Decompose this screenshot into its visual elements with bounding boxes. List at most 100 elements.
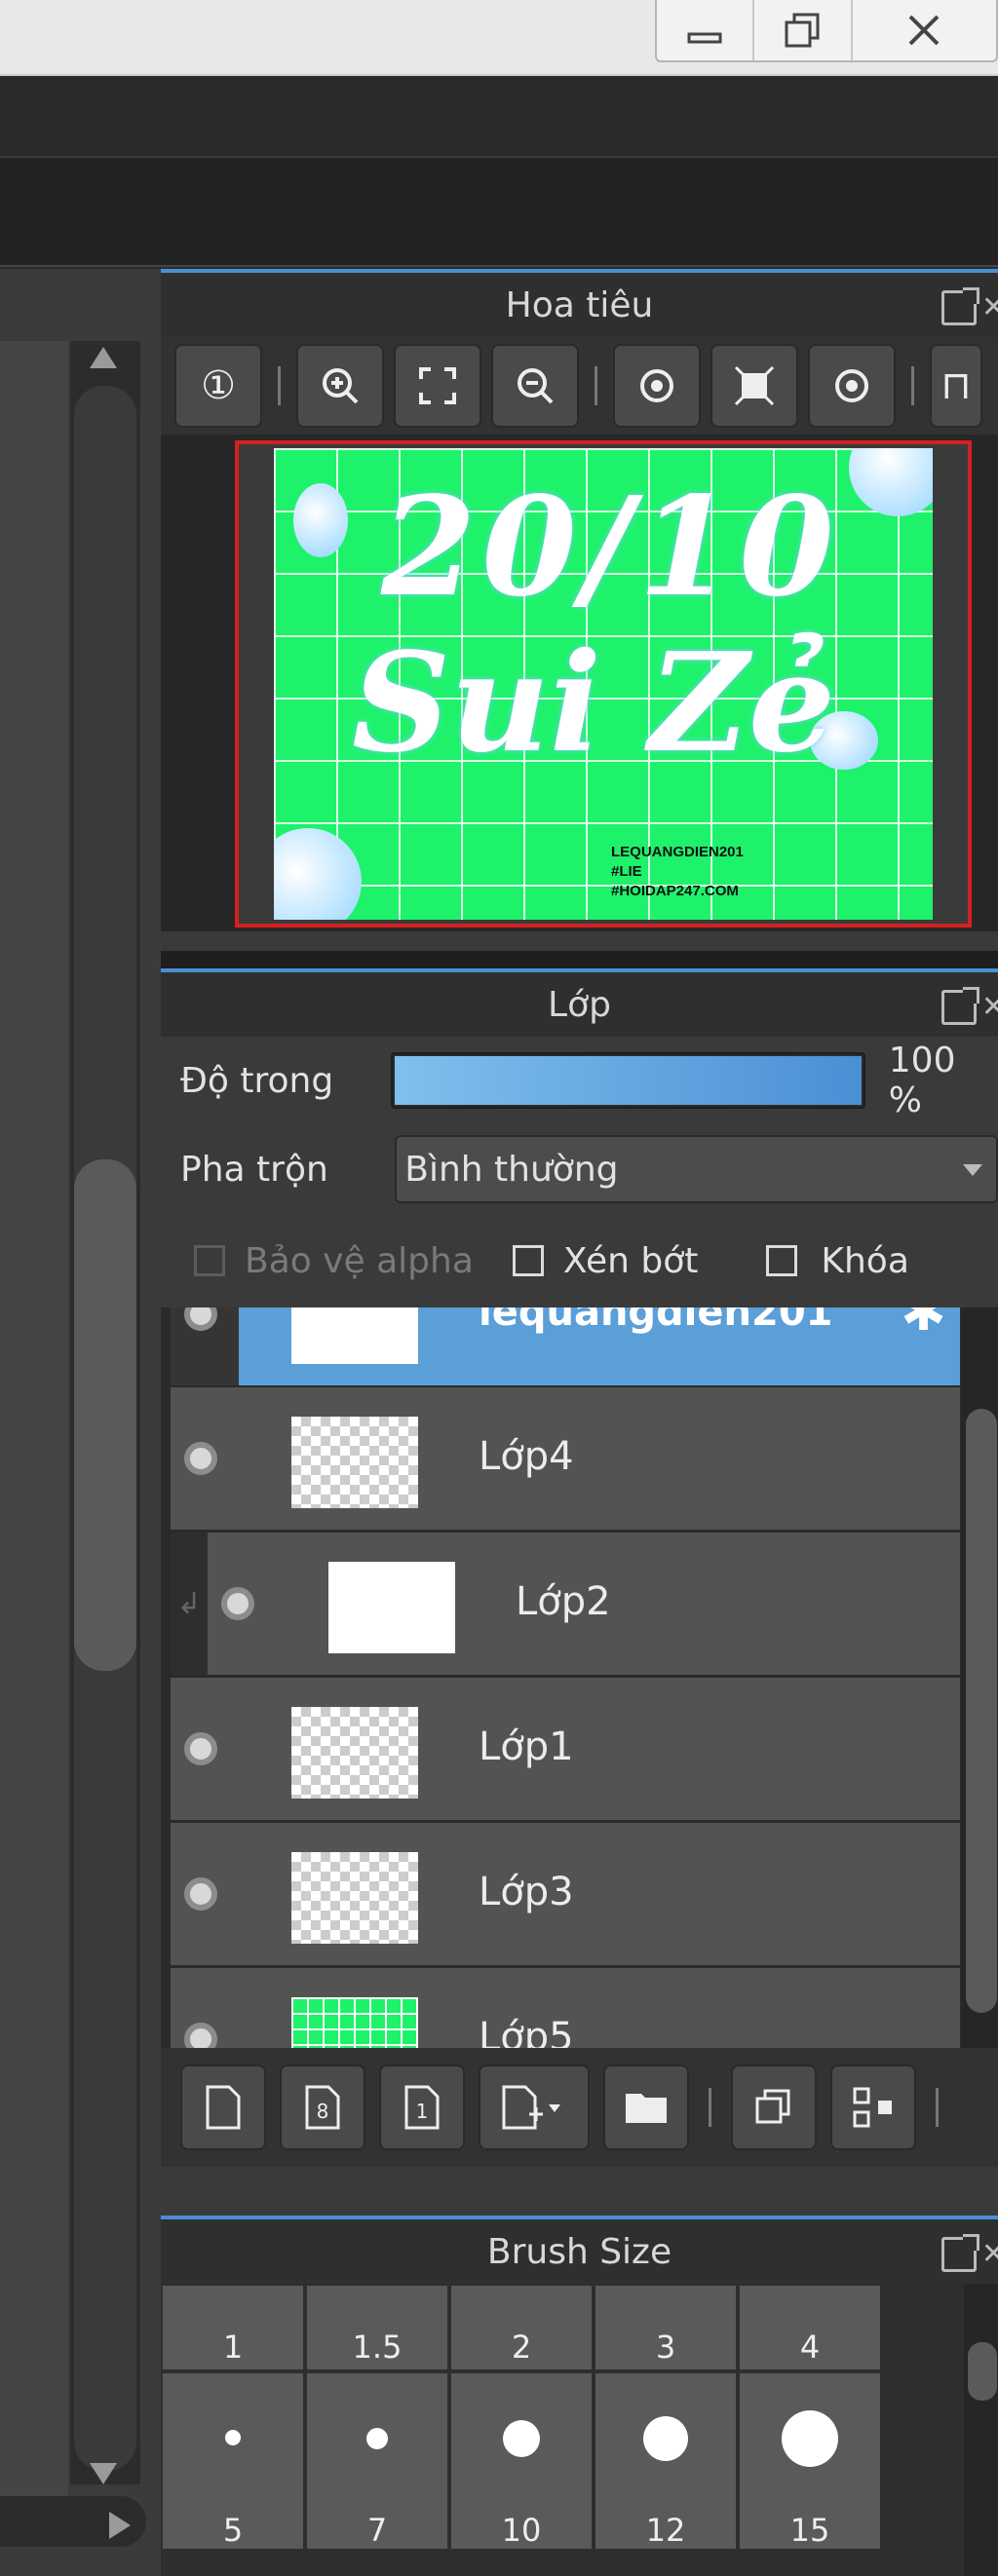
scroll-thumb[interactable] xyxy=(74,1159,136,1671)
layer-name: Lớp1 xyxy=(479,1724,574,1769)
visibility-eye-icon[interactable] xyxy=(184,1442,217,1475)
brush-size-label: 10 xyxy=(501,2512,542,2549)
panel-menu-icon[interactable]: ✕ xyxy=(981,290,998,324)
clip-checkbox[interactable] xyxy=(512,1245,544,1276)
layer-thumbnail xyxy=(291,1707,418,1799)
visibility-eye-icon[interactable] xyxy=(184,1732,217,1765)
navigator-preview[interactable]: 20/10 Sui Zẻ LEQUANGDIEN201 #LIE #HOIDAP… xyxy=(235,440,972,928)
layer-row-selected[interactable]: lequangdien201 ✱ xyxy=(171,1307,960,1388)
credit-line: #LIE xyxy=(611,863,642,880)
brush-size-label: 3 xyxy=(655,2329,676,2366)
rotate-right-icon xyxy=(835,369,868,402)
brush-size-option[interactable]: 15 xyxy=(740,2373,880,2549)
layer-row[interactable]: Lớp3 xyxy=(171,1823,960,1968)
rotate-left-button[interactable] xyxy=(613,344,701,428)
credit-line: #HOIDAP247.COM xyxy=(611,883,739,899)
svg-text:1: 1 xyxy=(416,2100,429,2123)
window-controls xyxy=(655,0,998,62)
brush-size-option[interactable]: 2 xyxy=(451,2286,592,2369)
restore-icon xyxy=(785,13,820,48)
layer-thumbnail xyxy=(291,1307,418,1364)
menu-bar xyxy=(0,76,998,158)
chevron-down-icon xyxy=(963,1164,982,1176)
mirror-icon: ⊓ xyxy=(940,363,972,408)
minimize-button[interactable] xyxy=(657,0,755,60)
blend-mode-value: Bình thường xyxy=(404,1149,619,1190)
close-button[interactable] xyxy=(853,0,996,60)
layer-list-scrollbar[interactable] xyxy=(962,1307,998,2048)
lock-checkbox[interactable] xyxy=(766,1245,798,1276)
navigator-header: Hoa tiêu ✕ xyxy=(161,273,998,337)
zoom-in-button[interactable] xyxy=(296,344,384,428)
layer-actions-toolbar: 8 1 xyxy=(161,2048,998,2167)
flip-button[interactable] xyxy=(710,344,798,428)
layer-row[interactable]: Lớp4 xyxy=(171,1387,960,1533)
scroll-up-icon[interactable] xyxy=(90,347,117,368)
popout-icon[interactable] xyxy=(941,987,979,1025)
protect-alpha-checkbox[interactable] xyxy=(194,1245,225,1276)
visibility-eye-icon[interactable] xyxy=(184,1307,217,1331)
brush-size-option[interactable]: 5 xyxy=(163,2373,303,2549)
gear-icon[interactable]: ✱ xyxy=(901,1307,946,1344)
brush-size-option[interactable]: 12 xyxy=(595,2373,736,2549)
brush-size-label: 12 xyxy=(645,2512,686,2549)
restore-button[interactable] xyxy=(754,0,853,60)
panel-menu-icon[interactable]: ✕ xyxy=(981,990,998,1024)
layer-row-clipped[interactable]: ↲ Lớp2 xyxy=(171,1533,960,1678)
new-8bit-layer-button[interactable]: 8 xyxy=(280,2065,365,2150)
brush-size-option[interactable]: 10 xyxy=(451,2373,592,2549)
visibility-eye-icon[interactable] xyxy=(184,2023,217,2048)
layer-name: Lớp5 xyxy=(479,2015,574,2048)
canvas-edge xyxy=(0,341,68,2504)
scroll-right-icon[interactable] xyxy=(109,2512,131,2539)
opacity-fill xyxy=(394,1056,862,1105)
merge-layer-button[interactable] xyxy=(830,2065,916,2150)
brush-scroll-thumb[interactable] xyxy=(968,2342,997,2401)
blend-mode-select[interactable]: Bình thường xyxy=(395,1135,998,1203)
brush-size-option[interactable]: 1.5 xyxy=(307,2286,447,2369)
brush-size-option[interactable]: 1 xyxy=(163,2286,303,2369)
brush-size-label: 15 xyxy=(789,2512,830,2549)
mirror-button[interactable]: ⊓ xyxy=(930,344,982,428)
brush-size-option[interactable]: 4 xyxy=(740,2286,880,2369)
8bit-layer-icon: 8 xyxy=(305,2085,340,2130)
rotate-right-button[interactable] xyxy=(808,344,896,428)
layer-row[interactable]: Lớp5 xyxy=(171,1968,960,2048)
brush-size-option[interactable]: 7 xyxy=(307,2373,447,2549)
close-icon xyxy=(908,15,940,46)
opacity-slider[interactable] xyxy=(390,1052,865,1109)
layer-thumbnail xyxy=(328,1562,455,1653)
brush-dot-icon xyxy=(225,2430,241,2445)
layer-options-row: Bảo vệ alpha Xén bớt Khóa xyxy=(161,1214,998,1307)
navigator-preview-area: 20/10 Sui Zẻ LEQUANGDIEN201 #LIE #HOIDAP… xyxy=(161,435,998,931)
panel-menu-icon[interactable]: ✕ xyxy=(981,2237,998,2271)
new-layer-button[interactable] xyxy=(180,2065,266,2150)
layer-name: lequangdien201 xyxy=(479,1307,833,1335)
clip-indicator-icon: ↲ xyxy=(171,1533,208,1675)
layer-row[interactable]: Lớp1 xyxy=(171,1678,960,1823)
navigator-panel: Hoa tiêu ✕ ① ⊓ 20/10 Sui Zẻ LEQUANGDIEN2… xyxy=(161,269,998,951)
layer-scroll-thumb[interactable] xyxy=(966,1409,997,2013)
layers-header: Lớp ✕ xyxy=(161,972,998,1037)
layers-title: Lớp xyxy=(548,984,611,1025)
fit-window-button[interactable] xyxy=(394,344,481,428)
new-page-icon xyxy=(206,2085,241,2130)
scroll-down-icon[interactable] xyxy=(90,2463,117,2484)
popout-icon[interactable] xyxy=(941,287,979,325)
zoom-out-button[interactable] xyxy=(491,344,579,428)
vertical-scrollbar[interactable] xyxy=(70,341,140,2484)
brush-size-option[interactable]: 3 xyxy=(595,2286,736,2369)
new-folder-button[interactable] xyxy=(603,2065,689,2150)
add-layer-menu-button[interactable] xyxy=(479,2065,590,2150)
zoom-actual-button[interactable]: ① xyxy=(174,344,262,428)
zoom-in-icon xyxy=(323,368,359,404)
art-credit: LEQUANGDIEN201 #LIE #HOIDAP247.COM xyxy=(611,843,744,901)
new-1bit-layer-button[interactable]: 1 xyxy=(379,2065,465,2150)
art-text-line1: 20/10 xyxy=(381,468,840,627)
duplicate-layer-button[interactable] xyxy=(731,2065,817,2150)
popout-icon[interactable] xyxy=(941,2234,979,2272)
brush-size-scrollbar[interactable] xyxy=(964,2284,998,2576)
visibility-eye-icon[interactable] xyxy=(184,1877,217,1911)
visibility-eye-icon[interactable] xyxy=(221,1587,254,1620)
brush-dot-icon xyxy=(643,2416,688,2461)
